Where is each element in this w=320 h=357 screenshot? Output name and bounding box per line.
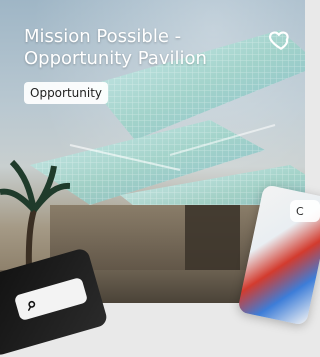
category-badge: Opportunity — [24, 82, 109, 104]
next-card-chip-label: C — [296, 204, 304, 218]
search-icon: ⌕ — [23, 292, 40, 316]
pavilion-building-dark-section — [185, 205, 240, 275]
next-card-chip: C — [290, 200, 320, 222]
heart-outline-icon — [269, 31, 289, 50]
favorite-button[interactable] — [266, 26, 296, 52]
card-title: Mission Possible - Opportunity Pavilion — [24, 26, 207, 69]
